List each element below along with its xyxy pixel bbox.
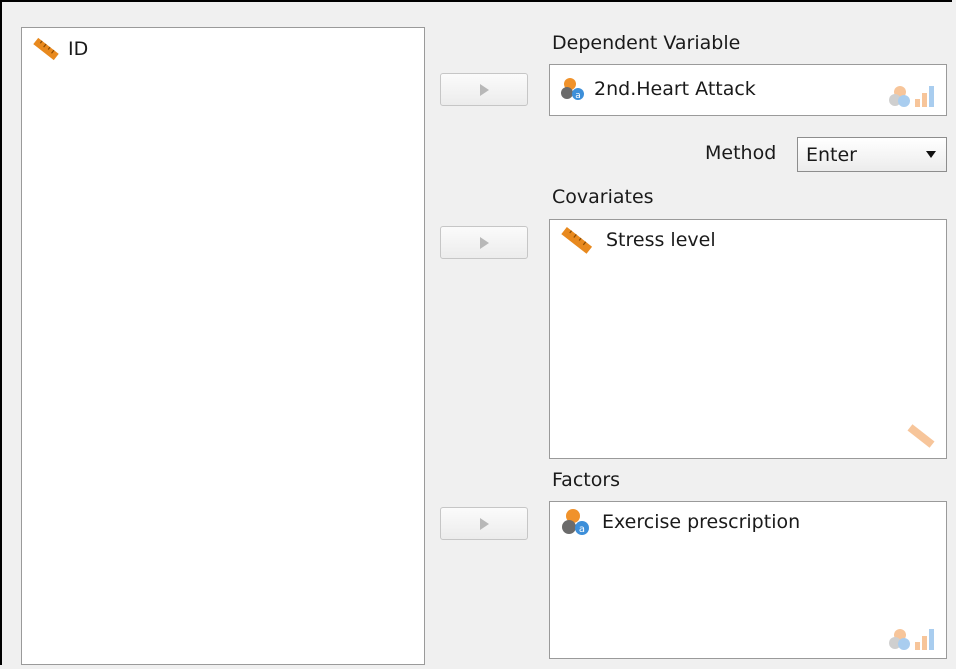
chevron-down-icon: [926, 151, 936, 158]
nominal-icon: [888, 85, 910, 107]
move-to-factors-button[interactable]: [440, 507, 528, 540]
method-label: Method: [705, 142, 777, 164]
svg-text:a: a: [575, 91, 581, 101]
allowed-types: [888, 628, 936, 650]
dependent-variable-title: Dependent Variable: [552, 32, 741, 54]
list-item[interactable]: a Exercise prescription: [560, 507, 946, 537]
allowed-types: [906, 422, 936, 450]
move-to-covariates-button[interactable]: [440, 226, 528, 259]
factors-title: Factors: [552, 469, 621, 491]
list-item[interactable]: ID: [32, 34, 424, 64]
ruler-icon: [32, 37, 60, 61]
method-select[interactable]: Enter: [797, 137, 947, 172]
nominal-text-icon: a: [560, 508, 592, 536]
factors-box[interactable]: a Exercise prescription: [549, 501, 947, 659]
move-to-dependent-button[interactable]: [440, 73, 528, 106]
covariates-box[interactable]: Stress level: [549, 219, 947, 459]
svg-text:a: a: [579, 524, 585, 535]
list-item-label: Exercise prescription: [602, 511, 801, 533]
arrow-right-icon: [479, 236, 489, 249]
arrow-right-icon: [479, 517, 489, 530]
nominal-text-icon: a: [560, 77, 586, 101]
list-item-label: ID: [68, 38, 89, 60]
ordinal-icon: [914, 85, 936, 107]
allowed-types: [888, 85, 936, 107]
ruler-icon: [906, 422, 936, 450]
method-selected-value: Enter: [806, 143, 857, 166]
ordinal-icon: [914, 628, 936, 650]
covariates-title: Covariates: [552, 186, 654, 208]
dependent-variable-box[interactable]: a 2nd.Heart Attack: [549, 64, 947, 116]
ruler-icon: [560, 226, 594, 254]
arrow-right-icon: [479, 83, 489, 96]
nominal-icon: [888, 628, 910, 650]
list-item-label: 2nd.Heart Attack: [594, 78, 756, 100]
list-item-label: Stress level: [606, 229, 716, 251]
list-item[interactable]: Stress level: [560, 225, 946, 255]
source-variable-list[interactable]: ID: [21, 27, 425, 665]
